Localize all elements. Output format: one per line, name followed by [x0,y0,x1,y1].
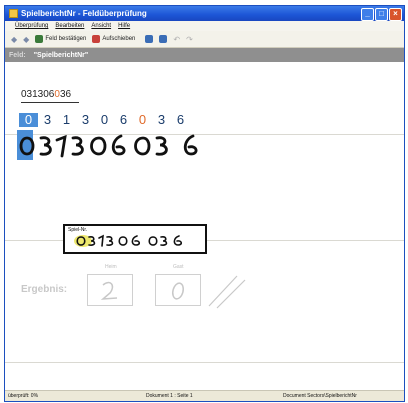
postpone-label: Aufschieben [102,36,136,42]
value-underline [21,102,79,103]
digit-cell[interactable]: 0 [19,113,38,127]
digit-cell[interactable]: 0 [95,113,114,127]
undo-icon[interactable]: ↶ [173,35,180,44]
status-bar: überprüft: 0% Dokument 1 : Seite 1 Docum… [5,390,404,401]
strike-mark [208,275,246,309]
status-section: Document Sectors\SpielberichtNr [283,393,357,399]
result-label: Ergebnis: [21,284,68,295]
handwriting-image [17,130,198,160]
guest-score-box [155,274,201,306]
postpone-button[interactable]: Aufschieben [92,35,135,43]
menu-bearbeiten[interactable]: Bearbeiten [55,23,84,29]
digit-cell[interactable]: 0 [133,113,152,127]
field-header: Feld: "SpielberichtNr" [5,48,404,62]
home-score-handwriting [100,281,118,300]
close-button[interactable]: × [389,8,402,21]
digit-cell[interactable]: 3 [38,113,57,127]
forward-arrow-icon[interactable]: ◆ [23,35,29,44]
home-score-box [87,274,133,306]
redo-icon[interactable]: ↷ [186,35,193,44]
confirm-field-label: Feld bestätigen [45,36,87,42]
digit-cell[interactable]: 3 [76,113,95,127]
window-controls: _ □ × [361,8,402,21]
digit-cell[interactable]: 1 [57,113,76,127]
snippet-handwriting [74,234,183,247]
postpone-icon [92,35,101,43]
digit-cell[interactable]: 3 [152,113,171,127]
menu-hilfe[interactable]: Hilfe [118,23,130,29]
guest-score-handwriting [171,282,185,300]
menu-ueberpruefung[interactable]: Überprüfung [15,23,48,29]
guest-label: Gast [173,264,184,270]
digit-row: 031306036 [19,113,190,127]
digit-cell[interactable]: 6 [114,113,133,127]
confirm-field-button[interactable]: Feld bestätigen [35,35,86,43]
field-name: "SpielberichtNr" [33,51,89,59]
window-title: SpielberichtNr - Feldüberprüfung [21,9,147,18]
scanned-field-snippet: Spiel-Nr. [63,224,207,254]
divider [5,362,404,363]
app-icon [9,9,18,18]
minimize-button[interactable]: _ [361,8,374,21]
title-bar: SpielberichtNr - Feldüberprüfung _ □ × [5,6,404,21]
user-icon[interactable] [145,35,154,43]
back-arrow-icon[interactable]: ◆ [11,35,17,44]
value-prefix: 031306 [21,89,55,100]
home-label: Heim [105,264,117,270]
confirm-icon [35,35,44,43]
status-checked: überprüft: 0% [8,393,39,399]
recognized-value[interactable]: 031306036 [21,89,71,100]
value-suffix: 36 [59,89,72,100]
menu-bar: Überprüfung Bearbeiten Ansicht Hilfe [5,21,404,31]
menu-ansicht[interactable]: Ansicht [91,23,111,29]
app-window: SpielberichtNr - Feldüberprüfung _ □ × Ü… [4,5,405,402]
maximize-button[interactable]: □ [375,8,388,21]
user-search-icon[interactable] [159,35,168,43]
status-document: Dokument 1 : Seite 1 [146,393,193,399]
digit-cell[interactable]: 6 [171,113,190,127]
field-label: Feld: [9,51,26,59]
toolbar: ◆ ◆ Feld bestätigen Aufschieben ↶ ↷ [5,31,404,48]
